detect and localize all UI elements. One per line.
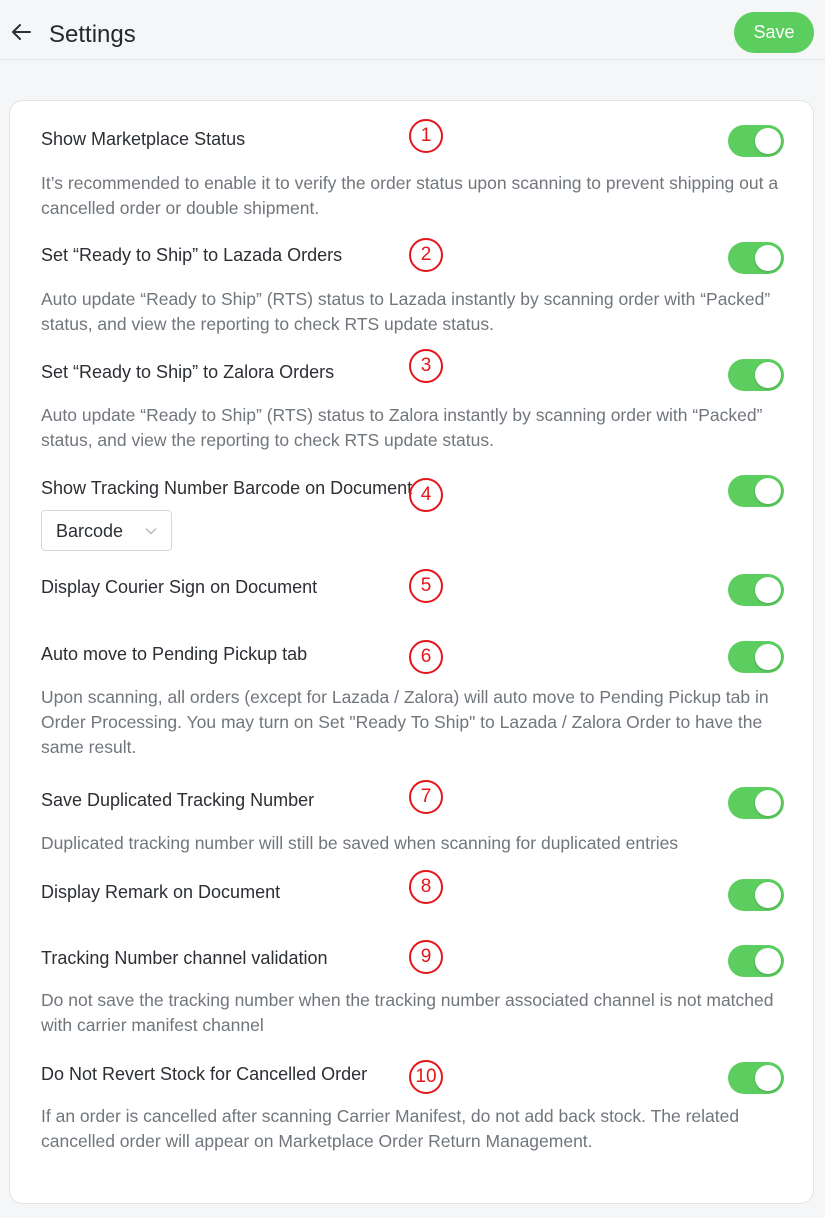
marker-7: 7: [409, 780, 443, 814]
setting-label-show-marketplace-status: Show Marketplace Status: [41, 129, 246, 149]
toggle-rts-zalora[interactable]: [728, 359, 784, 391]
setting-label-tracking-barcode: Show Tracking Number Barcode on Document: [41, 478, 413, 498]
setting-description: Auto update “Ready to Ship” (RTS) status…: [41, 289, 771, 334]
toggle-rts-lazada[interactable]: [728, 242, 784, 274]
toggle-knob: [755, 1065, 781, 1091]
marker-8: 8: [409, 870, 443, 904]
toggle-knob: [755, 362, 781, 388]
toggle-courier-sign[interactable]: [728, 574, 784, 606]
toggle-knob: [755, 644, 781, 670]
marker-4: 4: [409, 478, 443, 512]
toggle-knob: [755, 882, 781, 908]
setting-description: Duplicated tracking number will still be…: [41, 833, 679, 853]
toggle-pending-pickup[interactable]: [728, 641, 784, 673]
setting-description: It’s recommended to enable it to verify …: [41, 173, 779, 218]
marker-6: 6: [409, 640, 443, 674]
setting-description: Do not save the tracking number when the…: [41, 990, 774, 1035]
setting-label-pending-pickup: Auto move to Pending Pickup tab: [41, 644, 308, 664]
setting-label-duplicated-tracking: Save Duplicated Tracking Number: [41, 790, 315, 810]
marker-10: 10: [409, 1060, 443, 1094]
back-arrow-icon[interactable]: [10, 20, 34, 44]
setting-description: If an order is cancelled after scanning …: [41, 1106, 740, 1151]
toggle-knob: [755, 245, 781, 271]
toggle-knob: [755, 790, 781, 816]
setting-label-rts-lazada: Set “Ready to Ship” to Lazada Orders: [41, 245, 343, 265]
toggle-tracking-barcode[interactable]: [728, 475, 784, 507]
marker-1: 1: [409, 119, 443, 153]
setting-label-remark: Display Remark on Document: [41, 882, 281, 902]
save-button[interactable]: Save: [734, 12, 814, 53]
marker-2: 2: [409, 238, 443, 272]
chevron-down-icon: [145, 528, 157, 535]
marker-5: 5: [409, 569, 443, 603]
toggle-knob: [755, 577, 781, 603]
toggle-knob: [755, 128, 781, 154]
setting-description: Auto update “Ready to Ship” (RTS) status…: [41, 405, 763, 450]
toggle-duplicated-tracking[interactable]: [728, 787, 784, 819]
page-title: Settings: [49, 21, 136, 48]
select-value: Barcode: [56, 521, 124, 541]
setting-label-revert-stock: Do Not Revert Stock for Cancelled Order: [41, 1064, 368, 1084]
barcode-type-select[interactable]: Barcode: [41, 510, 172, 551]
setting-description: Upon scanning, all orders (except for La…: [41, 687, 769, 757]
toggle-revert-stock[interactable]: [728, 1062, 784, 1094]
setting-label-rts-zalora: Set “Ready to Ship” to Zalora Orders: [41, 362, 335, 382]
setting-label-courier-sign: Display Courier Sign on Document: [41, 577, 318, 597]
toggle-show-marketplace-status[interactable]: [728, 125, 784, 157]
toggle-channel-validation[interactable]: [728, 945, 784, 977]
toggle-knob: [755, 478, 781, 504]
header-bar: Settings Save: [0, 0, 825, 60]
toggle-knob: [755, 948, 781, 974]
setting-label-channel-validation: Tracking Number channel validation: [41, 948, 328, 968]
marker-3: 3: [409, 349, 443, 383]
settings-card: Show Marketplace Status 1 It’s recommend…: [9, 100, 814, 1204]
toggle-remark[interactable]: [728, 879, 784, 911]
marker-9: 9: [409, 940, 443, 974]
